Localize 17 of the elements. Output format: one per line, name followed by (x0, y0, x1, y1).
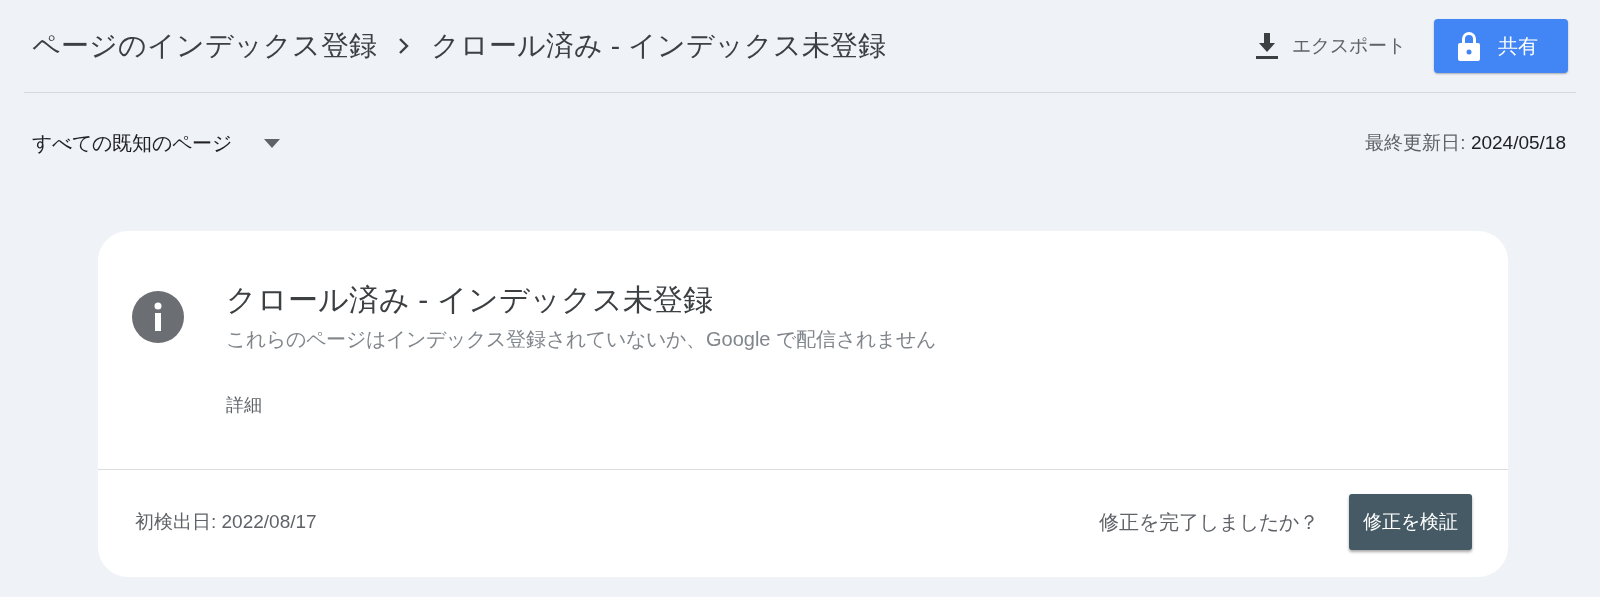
info-icon (132, 291, 184, 343)
share-button[interactable]: 共有 (1434, 19, 1568, 73)
last-updated-text: 最終更新日: 2024/05/18 (1365, 131, 1566, 155)
breadcrumb-item[interactable]: ページのインデックス登録 (32, 27, 377, 65)
breadcrumb-item: クロール済み - インデックス未登録 (431, 29, 886, 63)
fix-question-text: 修正を完了しましたか？ (1099, 509, 1319, 535)
chevron-icon (399, 38, 409, 54)
first-detected-text: 初検出日: 2022/08/17 (135, 510, 318, 534)
lock-icon (1458, 31, 1480, 61)
details-link[interactable]: 詳細 (226, 393, 262, 417)
page-filter-dropdown[interactable]: すべての既知のページ (32, 129, 280, 157)
issue-title: クロール済み - インデックス未登録 (226, 282, 714, 318)
download-icon (1256, 33, 1278, 59)
dropdown-arrow-icon (264, 138, 280, 148)
export-button[interactable]: エクスポート (1246, 25, 1416, 67)
issue-description: これらのページはインデックス登録されていないか、Google で配信されません (226, 327, 937, 352)
validate-fix-button[interactable]: 修正を検証 (1349, 494, 1472, 550)
